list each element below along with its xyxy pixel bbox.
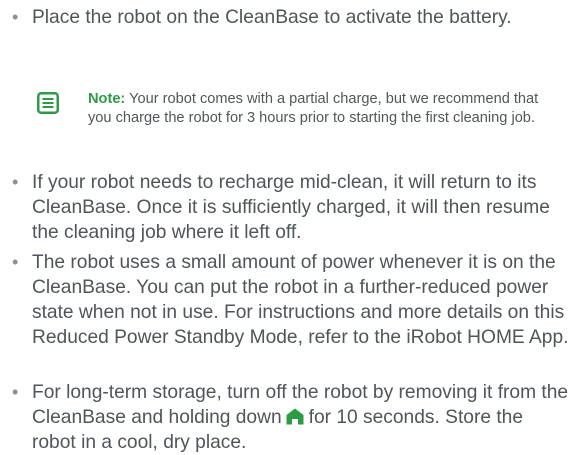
bullet-item-recharge: • If your robot needs to recharge mid-cl… (12, 170, 572, 245)
bullet-text: If your robot needs to recharge mid-clea… (32, 172, 550, 243)
bullet-dot: • (12, 7, 19, 27)
note-body: Note: Your robot comes with a partial ch… (88, 90, 543, 128)
bullet-dot: • (12, 382, 19, 402)
bullet-dot: • (12, 252, 19, 272)
bullet-dot: • (12, 172, 19, 192)
bullet-text: Place the robot on the CleanBase to acti… (32, 7, 512, 28)
bullet-text: The robot uses a small amount of power w… (32, 252, 569, 348)
instructions-page: • Place the robot on the CleanBase to ac… (0, 0, 577, 453)
home-icon (286, 408, 304, 425)
note-icon (37, 92, 59, 114)
bullet-item-power: • The robot uses a small amount of power… (12, 250, 572, 350)
bullet-item-activate: • Place the robot on the CleanBase to ac… (12, 5, 572, 30)
bullet-item-storage: • For long-term storage, turn off the ro… (12, 380, 572, 455)
note-callout: Note: Your robot comes with a partial ch… (37, 90, 547, 160)
note-text: Your robot comes with a partial charge, … (88, 91, 539, 126)
bullet-text: For long-term storage, turn off the robo… (32, 380, 572, 455)
note-label: Note: (88, 91, 126, 107)
